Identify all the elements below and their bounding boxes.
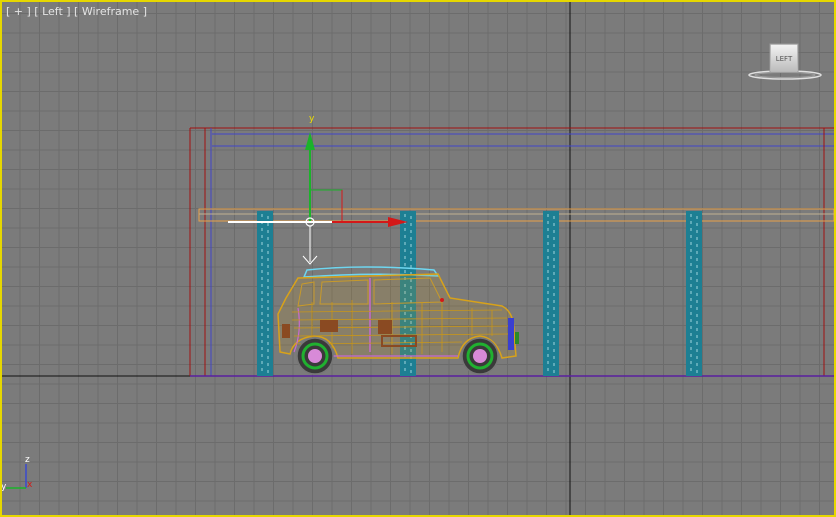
viewport-label-menu[interactable]: [ + ] [ Left ] [ Wireframe ]: [6, 5, 147, 18]
move-gizmo[interactable]: y: [228, 114, 408, 265]
pillar-4[interactable]: [686, 211, 702, 376]
tripod-z-label: z: [25, 455, 30, 465]
viewport-scene[interactable]: y z y x: [2, 2, 834, 515]
car-wireframe[interactable]: [277, 266, 519, 375]
front-wheel: [461, 337, 499, 375]
viewcube-face-label: LEFT: [776, 55, 793, 63]
rear-wheel: [296, 337, 334, 375]
left-viewport[interactable]: y z y x [ + ] [ Left ] [ Wireframe ]: [0, 0, 836, 517]
axis-tripod: z y x: [2, 455, 33, 492]
pillar-3[interactable]: [543, 211, 559, 376]
pillar-1[interactable]: [257, 211, 273, 376]
gizmo-y-arrow[interactable]: [305, 132, 315, 150]
gizmo-xy-plane-handle[interactable]: [309, 189, 343, 223]
tripod-y-label: y: [2, 482, 7, 492]
tripod-x-label: x: [27, 480, 33, 490]
gizmo-y-label: y: [309, 114, 315, 124]
viewcube[interactable]: LEFT: [748, 42, 824, 86]
